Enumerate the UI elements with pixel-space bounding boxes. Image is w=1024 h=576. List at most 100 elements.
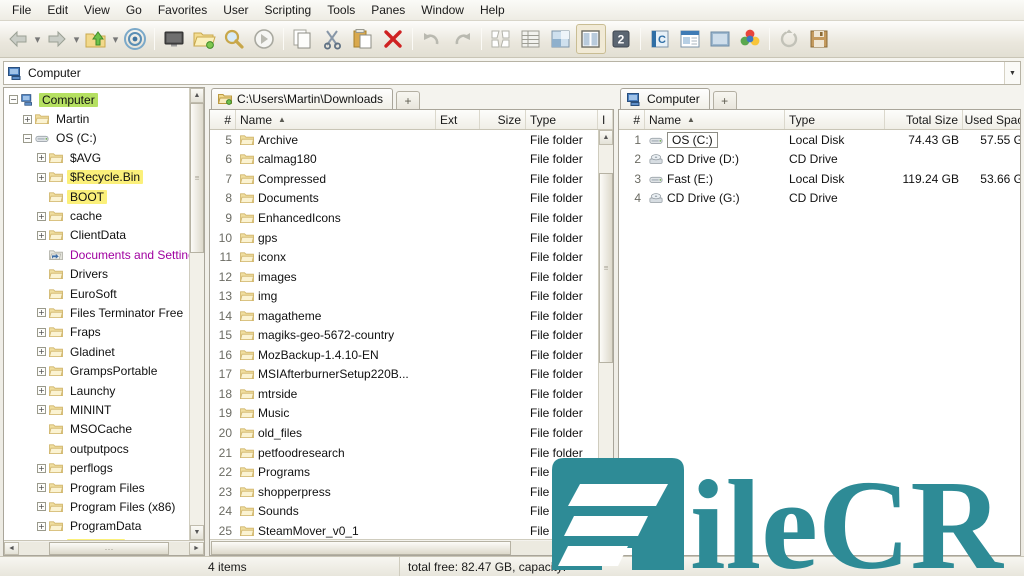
tree-node[interactable]: + ProgramData [4, 517, 189, 536]
menu-item-favorites[interactable]: Favorites [150, 1, 215, 20]
column-header-ext[interactable]: Ext [436, 110, 480, 129]
menu-item-view[interactable]: View [76, 1, 118, 20]
table-row[interactable]: 9EnhancedIconsFile folder( [210, 208, 598, 228]
table-row[interactable]: 18mtrsideFile folder( [210, 384, 598, 404]
column-header-total[interactable]: Total Size [885, 110, 963, 129]
table-row[interactable]: 25SteamMover_v0_1File folder( [210, 521, 598, 539]
tree-node[interactable]: − OS (C:) [4, 129, 189, 148]
tree-hscroll-thumb[interactable] [49, 541, 169, 555]
tree-node[interactable]: + Martin [4, 109, 189, 128]
menu-item-go[interactable]: Go [118, 1, 150, 20]
table-row[interactable]: 8DocumentsFile folder( [210, 189, 598, 209]
tree-node[interactable]: EuroSoft [4, 284, 189, 303]
table-row[interactable]: 3 Fast (E:) Local Disk 119.24 GB 53.66 GB [619, 169, 1020, 189]
column-header-used[interactable]: Used Space [963, 110, 1020, 129]
expand-plus-icon[interactable]: + [34, 150, 49, 165]
search-icon[interactable] [219, 24, 249, 54]
tree-scroll-track[interactable] [190, 103, 204, 525]
collapse-minus-icon[interactable]: − [6, 92, 21, 107]
menu-item-user[interactable]: User [215, 1, 256, 20]
right-pane-rows[interactable]: 1 OS (C:) Local Disk 74.43 GB 57.55 GB 2 CD Dr… [619, 130, 1020, 555]
left-pane-scroll-thumb[interactable] [599, 173, 613, 363]
table-row[interactable]: 12imagesFile folder( [210, 267, 598, 287]
tree-horizontal-scrollbar[interactable]: ◄ ► [4, 540, 204, 555]
up-dropdown-icon[interactable]: ▾ [111, 24, 120, 54]
dual-pane-icon[interactable] [576, 24, 606, 54]
tree-node[interactable]: Documents and Setting [4, 245, 189, 264]
address-value[interactable]: Computer [28, 66, 1004, 80]
tree-node[interactable]: + $AVG [4, 148, 189, 167]
expand-plus-icon[interactable]: + [34, 480, 49, 495]
copy-icon[interactable] [288, 24, 318, 54]
table-row[interactable]: 21petfoodresearchFile folder( [210, 443, 598, 463]
table-row[interactable]: 22ProgramsFile folder( [210, 462, 598, 482]
menu-item-help[interactable]: Help [472, 1, 513, 20]
table-row[interactable]: 19MusicFile folder( [210, 404, 598, 424]
expand-plus-icon[interactable]: + [34, 170, 49, 185]
expand-plus-icon[interactable]: + [34, 344, 49, 359]
up-folder-icon[interactable] [81, 24, 111, 54]
expand-plus-icon[interactable]: + [34, 461, 49, 476]
tree-vertical-scrollbar[interactable]: ▲ ▼ [189, 88, 204, 540]
expand-plus-icon[interactable]: + [34, 383, 49, 398]
table-row[interactable]: 6calmag180File folder( [210, 150, 598, 170]
scroll-up-icon[interactable]: ▲ [190, 88, 204, 103]
scroll-down-icon[interactable]: ▼ [190, 525, 204, 540]
two-badge-icon[interactable]: 2 [606, 24, 636, 54]
folder-tree[interactable]: − Computer + Martin − OS (C:) + $AVG + $Recycle.B… [4, 88, 189, 540]
menu-item-file[interactable]: File [4, 1, 39, 20]
open-folder-icon[interactable] [189, 24, 219, 54]
left-pane-column-headers[interactable]: # Name ▲ Ext Size Type I [210, 110, 613, 130]
tree-node[interactable]: + cache [4, 206, 189, 225]
expand-plus-icon[interactable]: + [34, 402, 49, 417]
table-row[interactable]: 16MozBackup-1.4.10-ENFile folder( [210, 345, 598, 365]
paste-icon[interactable] [348, 24, 378, 54]
table-row[interactable]: 7CompressedFile folder( [210, 169, 598, 189]
table-row[interactable]: 2 CD Drive (D:) CD Drive [619, 150, 1020, 170]
new-tab-button[interactable]: + [712, 91, 737, 109]
table-row[interactable]: 15magiks-geo-5672-countryFile folder( [210, 325, 598, 345]
tree-node[interactable]: + Fraps [4, 323, 189, 342]
tree-node[interactable]: + Program Files [4, 478, 189, 497]
back-dropdown-icon[interactable]: ▾ [33, 24, 42, 54]
thumbnails-icon[interactable] [486, 24, 516, 54]
expand-plus-icon[interactable]: + [34, 538, 49, 540]
left-pane-hscroll-thumb[interactable] [211, 540, 511, 555]
table-row[interactable]: 11iconxFile folder( [210, 247, 598, 267]
table-row[interactable]: 14magathemeFile folder( [210, 306, 598, 326]
target-icon[interactable] [120, 24, 150, 54]
redo-icon[interactable] [447, 24, 477, 54]
go-circle-icon[interactable] [249, 24, 279, 54]
delete-icon[interactable] [378, 24, 408, 54]
tree-node[interactable]: + Files Terminator Free [4, 303, 189, 322]
left-pane-horizontal-scrollbar[interactable]: ▤ ▾ [210, 539, 613, 555]
table-row[interactable]: 23shopperpressFile folder( [210, 482, 598, 502]
tree-node[interactable]: BOOT [4, 187, 189, 206]
tree-node[interactable]: + Launchy [4, 381, 189, 400]
tree-node[interactable]: + Gladinet [4, 342, 189, 361]
tree-scroll-thumb[interactable] [190, 103, 204, 253]
table-row[interactable]: 5ArchiveFile folder( [210, 130, 598, 150]
tree-node[interactable]: + GrampsPortable [4, 361, 189, 380]
scroll-up-icon[interactable]: ▲ [599, 130, 613, 145]
cut-icon[interactable] [318, 24, 348, 54]
tab-computer[interactable]: Computer [620, 88, 710, 109]
tree-node[interactable]: − Computer [4, 90, 189, 109]
scroll-left-icon[interactable]: ◄ [4, 541, 19, 555]
tree-node[interactable]: + perflogs [4, 458, 189, 477]
scroll-down-icon[interactable]: ▼ [599, 524, 613, 539]
table-row[interactable]: 20old_filesFile folder( [210, 423, 598, 443]
forward-icon[interactable] [42, 24, 72, 54]
expand-plus-icon[interactable]: + [34, 364, 49, 379]
expand-plus-icon[interactable]: + [34, 305, 49, 320]
preview-icon[interactable] [705, 24, 735, 54]
table-row[interactable]: 4 CD Drive (G:) CD Drive [619, 189, 1020, 209]
expand-plus-icon[interactable]: + [34, 499, 49, 514]
refresh-icon[interactable] [774, 24, 804, 54]
column-header-num[interactable]: # [210, 110, 236, 129]
tree-node[interactable]: + $Recycle.Bin [4, 168, 189, 187]
column-header-more[interactable]: I [598, 110, 613, 129]
table-row[interactable]: 17MSIAfterburnerSetup220B...File folder( [210, 365, 598, 385]
expand-plus-icon[interactable]: + [34, 209, 49, 224]
expand-plus-icon[interactable]: + [20, 112, 35, 127]
